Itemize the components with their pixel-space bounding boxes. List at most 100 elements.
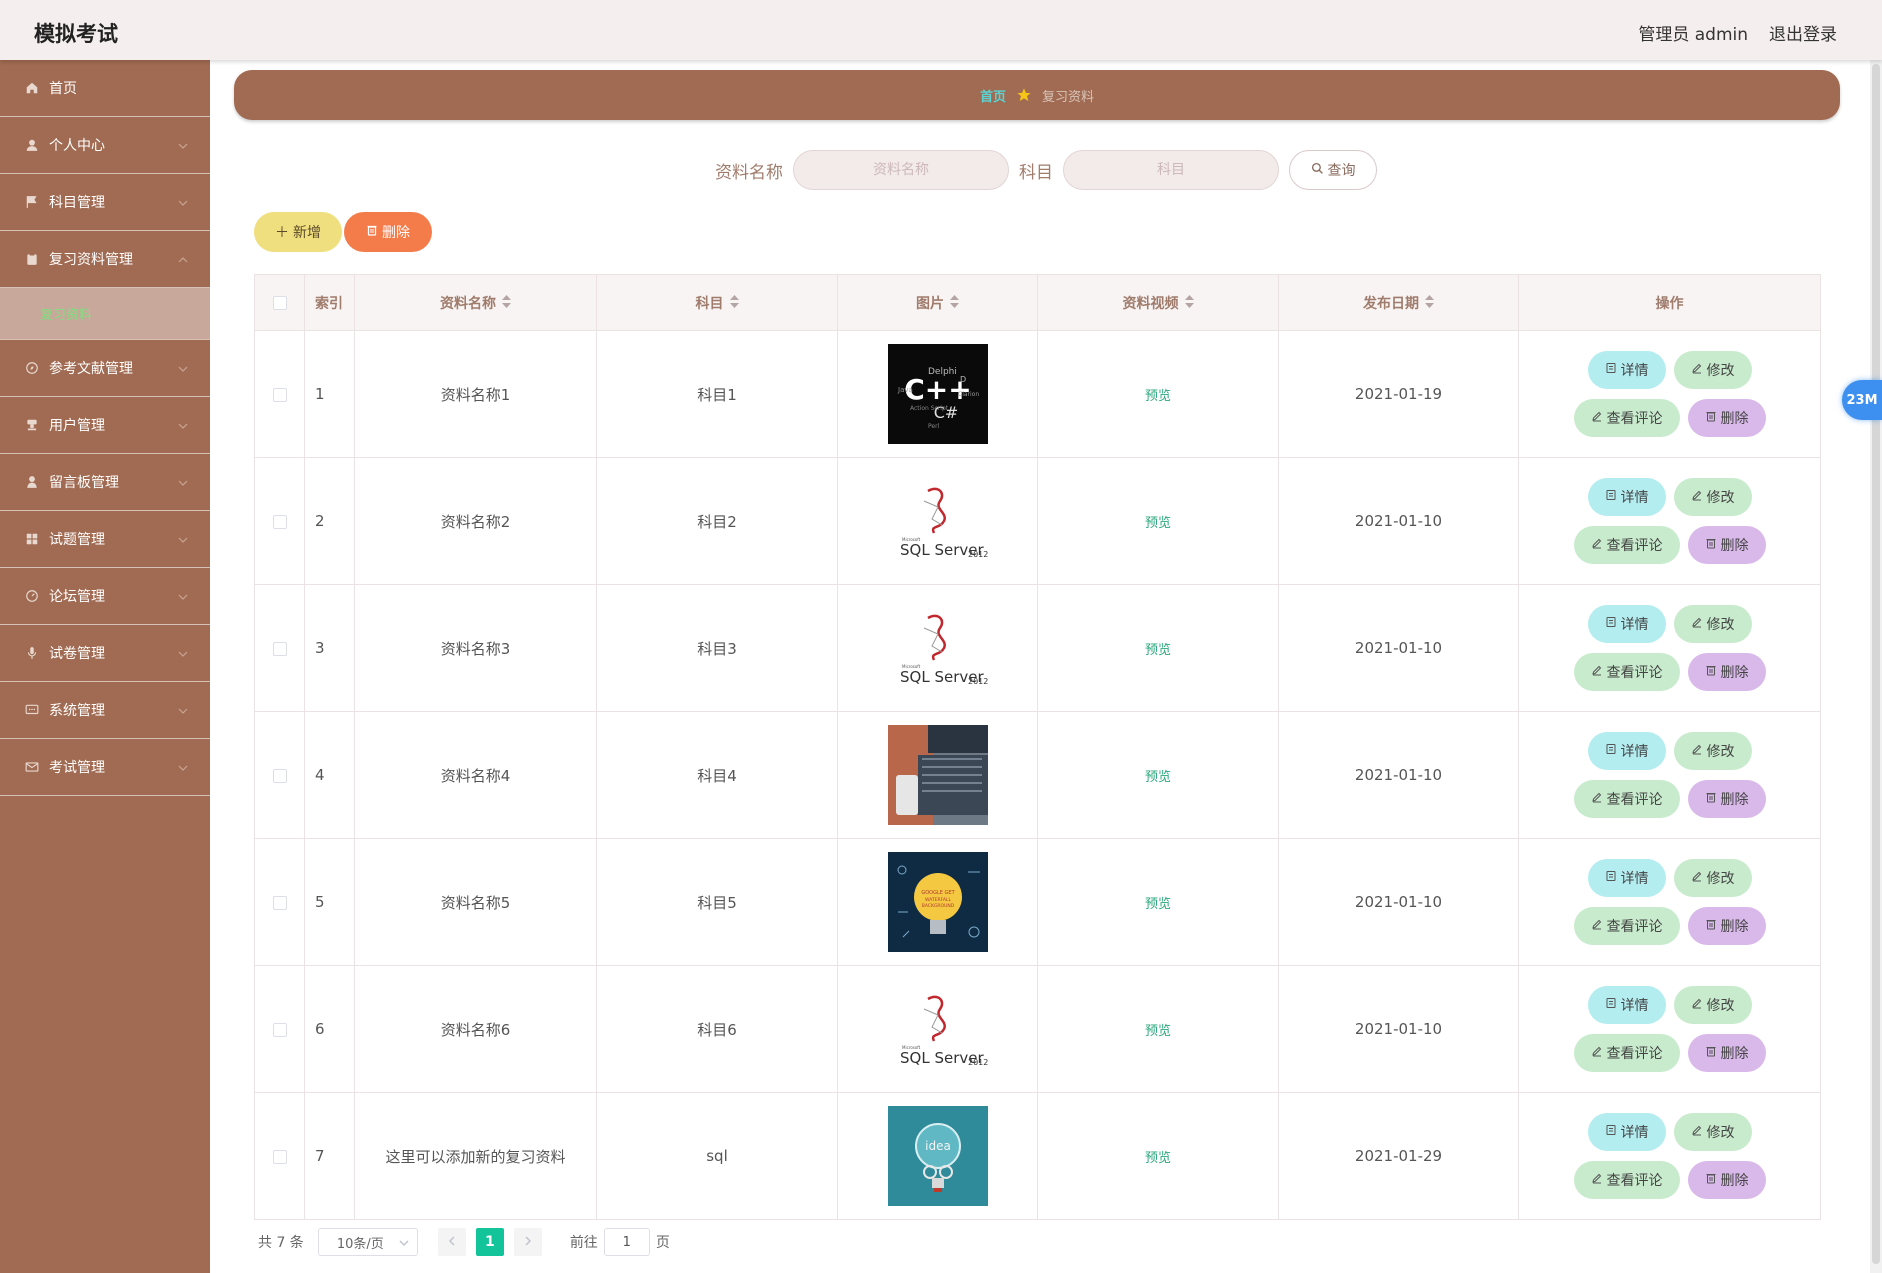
- row-select-cell: [254, 330, 305, 458]
- sidebar-item-6[interactable]: 用户管理: [0, 397, 210, 454]
- edit-label: 修改: [1706, 871, 1735, 887]
- bulk-delete-button[interactable]: 删除: [344, 212, 432, 252]
- edit-button[interactable]: 修改: [1673, 478, 1752, 516]
- video-preview-link[interactable]: 预览: [1145, 643, 1171, 658]
- edit-button[interactable]: 修改: [1673, 605, 1752, 643]
- page-number-current[interactable]: 1: [475, 1228, 504, 1256]
- sidebar: 首页 个人中心 科目管理 复习资料管理 复习资料 参考文献管理 用户管理 留言板管理 试题管理论…: [0, 60, 210, 1273]
- detail-button[interactable]: 详情: [1587, 605, 1666, 643]
- col-subject[interactable]: 科目: [596, 274, 838, 331]
- thumbnail-image[interactable]: Microsoft SQL Server 2012: [887, 979, 988, 1079]
- row-checkbox[interactable]: [272, 768, 287, 783]
- delete-label: 删除: [1720, 411, 1749, 427]
- col-video[interactable]: 资料视频: [1037, 274, 1279, 331]
- detail-button[interactable]: 详情: [1587, 732, 1666, 770]
- view-comments-button[interactable]: 查看评论: [1573, 653, 1680, 691]
- sidebar-item-11[interactable]: 系统管理: [0, 682, 210, 739]
- row-delete-button[interactable]: 删除: [1687, 526, 1766, 564]
- float-badge[interactable]: 23M: [1842, 380, 1882, 420]
- page-size-select[interactable]: 10条/页: [317, 1228, 418, 1256]
- edit-button[interactable]: 修改: [1673, 1113, 1752, 1151]
- sidebar-item-12[interactable]: 考试管理: [0, 739, 210, 796]
- sort-caret-icon[interactable]: [1184, 295, 1194, 312]
- detail-button[interactable]: 详情: [1587, 859, 1666, 897]
- row-video: 预览: [1037, 330, 1279, 458]
- sort-caret-icon[interactable]: [950, 295, 959, 312]
- edit-button[interactable]: 修改: [1673, 986, 1752, 1024]
- video-preview-link[interactable]: 预览: [1145, 897, 1171, 912]
- sort-caret-icon[interactable]: [729, 295, 739, 312]
- detail-button[interactable]: 详情: [1587, 351, 1666, 389]
- sidebar-item-4[interactable]: 复习资料管理: [0, 231, 210, 288]
- name-search-label: 资料名称: [715, 162, 783, 183]
- row-delete-button[interactable]: 删除: [1687, 653, 1766, 691]
- sidebar-item-10[interactable]: 试卷管理: [0, 625, 210, 682]
- row-delete-button[interactable]: 删除: [1687, 1161, 1766, 1199]
- video-preview-link[interactable]: 预览: [1145, 1151, 1171, 1166]
- video-preview-link[interactable]: 预览: [1145, 516, 1171, 531]
- view-comments-button[interactable]: 查看评论: [1573, 399, 1680, 437]
- video-preview-link[interactable]: 预览: [1145, 1024, 1171, 1039]
- sort-caret-icon[interactable]: [502, 295, 511, 312]
- view-comments-button[interactable]: 查看评论: [1573, 1161, 1680, 1199]
- col-image[interactable]: 图片: [837, 274, 1038, 331]
- detail-button[interactable]: 详情: [1587, 1113, 1666, 1151]
- mic-icon: [24, 645, 40, 661]
- video-preview-link[interactable]: 预览: [1145, 389, 1171, 404]
- prev-page-button[interactable]: [437, 1228, 466, 1256]
- submenu-item-review[interactable]: 复习资料: [0, 288, 210, 340]
- col-name[interactable]: 资料名称: [354, 274, 597, 331]
- row-checkbox[interactable]: [272, 1022, 287, 1037]
- sidebar-item-5[interactable]: 参考文献管理: [0, 340, 210, 397]
- detail-button[interactable]: 详情: [1587, 478, 1666, 516]
- row-checkbox[interactable]: [272, 1149, 287, 1164]
- view-comments-button[interactable]: 查看评论: [1573, 526, 1680, 564]
- col-date[interactable]: 发布日期: [1278, 274, 1519, 331]
- row-delete-button[interactable]: 删除: [1687, 1034, 1766, 1072]
- detail-button[interactable]: 详情: [1587, 986, 1666, 1024]
- row-delete-button[interactable]: 删除: [1687, 907, 1766, 945]
- sidebar-item-7[interactable]: 留言板管理: [0, 454, 210, 511]
- thumbnail-image[interactable]: idea: [887, 1106, 988, 1206]
- delete-label: 删除: [1720, 538, 1749, 554]
- scrollbar-thumb[interactable]: [1872, 64, 1880, 1264]
- page-scrollbar[interactable]: [1870, 60, 1882, 1273]
- sort-caret-icon[interactable]: [1425, 295, 1434, 312]
- subject-search-input[interactable]: [1063, 150, 1279, 190]
- view-comments-button[interactable]: 查看评论: [1573, 907, 1680, 945]
- video-preview-link[interactable]: 预览: [1145, 770, 1171, 785]
- add-button[interactable]: ＋ 新增: [254, 212, 342, 252]
- sidebar-item-2[interactable]: 个人中心: [0, 117, 210, 174]
- breadcrumb-home[interactable]: 首页: [980, 86, 1006, 105]
- row-checkbox[interactable]: [272, 641, 287, 656]
- thumbnail-image[interactable]: [887, 725, 988, 825]
- sidebar-item-8[interactable]: 试题管理: [0, 511, 210, 568]
- name-search-input[interactable]: [793, 150, 1009, 190]
- thumbnail-image[interactable]: GOOGLE GET WATERFALL BACKGROUND: [887, 852, 988, 952]
- row-checkbox[interactable]: [272, 895, 287, 910]
- query-button[interactable]: 查询: [1289, 150, 1377, 190]
- sidebar-item-9[interactable]: 论坛管理: [0, 568, 210, 625]
- edit-button[interactable]: 修改: [1673, 732, 1752, 770]
- document-icon: [1605, 743, 1617, 759]
- thumbnail-image[interactable]: Microsoft SQL Server 2012: [887, 471, 988, 571]
- row-delete-button[interactable]: 删除: [1687, 399, 1766, 437]
- dashboard-icon: [24, 588, 40, 604]
- next-page-button[interactable]: [513, 1228, 542, 1256]
- row-delete-button[interactable]: 删除: [1687, 780, 1766, 818]
- edit-button[interactable]: 修改: [1673, 859, 1752, 897]
- goto-page-input[interactable]: [603, 1228, 650, 1256]
- trash-icon: [366, 224, 378, 240]
- edit-button[interactable]: 修改: [1673, 351, 1752, 389]
- chevron-down-icon: [178, 196, 188, 206]
- sidebar-item-1[interactable]: 首页: [0, 60, 210, 117]
- sidebar-item-3[interactable]: 科目管理: [0, 174, 210, 231]
- select-all-checkbox[interactable]: [272, 295, 287, 310]
- view-comments-button[interactable]: 查看评论: [1573, 780, 1680, 818]
- view-comments-button[interactable]: 查看评论: [1573, 1034, 1680, 1072]
- row-checkbox[interactable]: [272, 514, 287, 529]
- thumbnail-image[interactable]: Microsoft SQL Server 2012: [887, 598, 988, 698]
- row-checkbox[interactable]: [272, 387, 287, 402]
- logout-link[interactable]: 退出登录: [1769, 20, 1837, 45]
- thumbnail-image[interactable]: C++ C# Delphi Java D Clarion Action Script Perl: [887, 344, 988, 444]
